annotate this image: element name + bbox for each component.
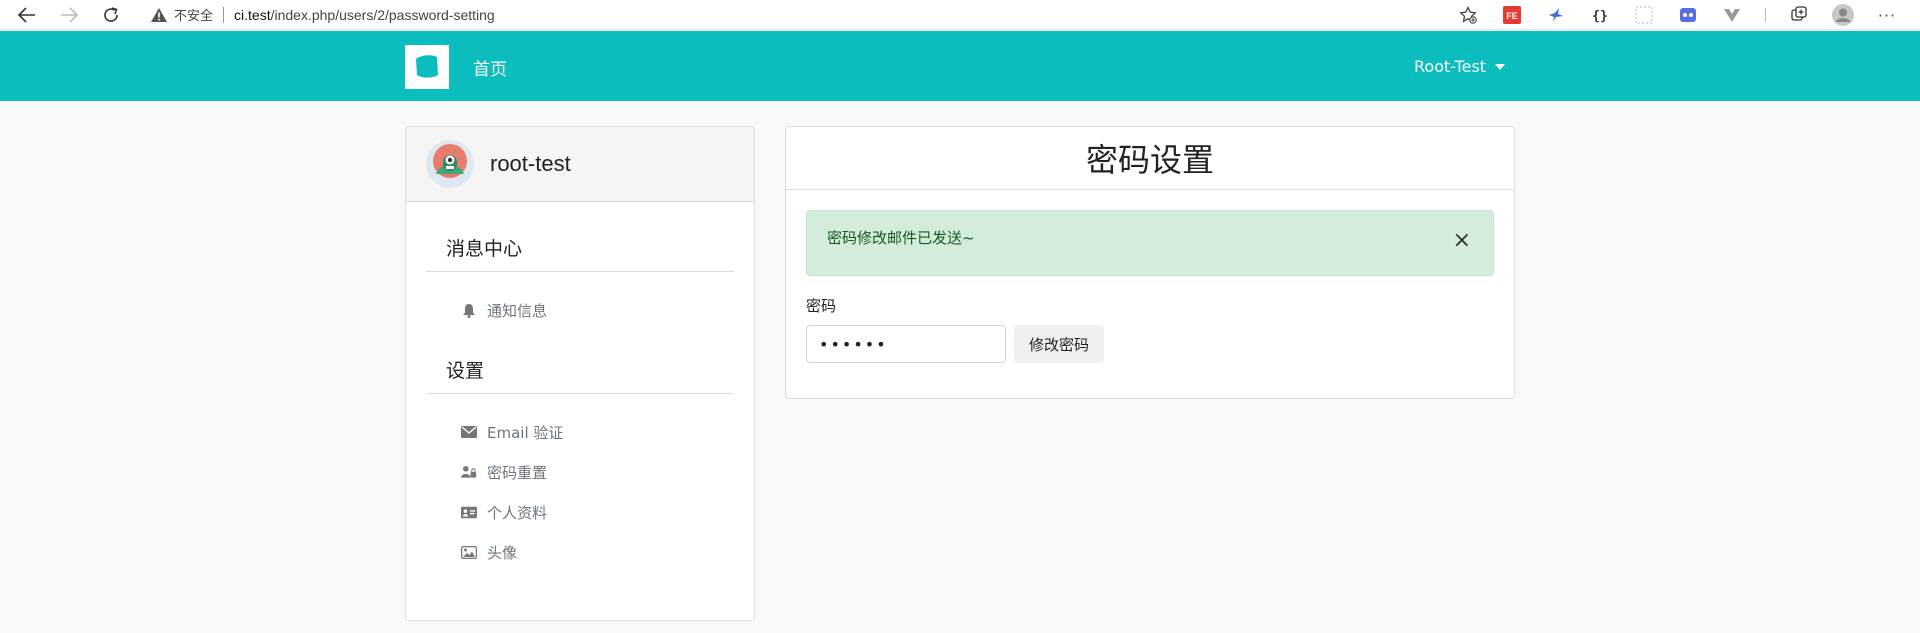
vue-extension-icon[interactable] bbox=[1721, 4, 1743, 26]
profile-avatar-icon[interactable] bbox=[1832, 4, 1854, 26]
user-dropdown-label: Root-Test bbox=[1414, 57, 1487, 76]
warning-icon bbox=[150, 7, 168, 23]
brand-logo[interactable] bbox=[405, 45, 449, 89]
sidebar-item-email-verify[interactable]: Email 验证 bbox=[461, 412, 754, 452]
sidebar-item-label: 通知信息 bbox=[487, 301, 548, 320]
logo-icon bbox=[416, 55, 438, 78]
forward-button[interactable] bbox=[54, 2, 84, 28]
reload-button[interactable] bbox=[96, 2, 126, 28]
envelope-icon bbox=[461, 424, 477, 440]
sidebar-item-profile[interactable]: 个人资料 bbox=[461, 492, 754, 532]
change-password-button[interactable]: 修改密码 bbox=[1014, 325, 1104, 363]
close-icon[interactable]: × bbox=[1453, 229, 1471, 253]
gamepad-extension-icon[interactable] bbox=[1677, 4, 1699, 26]
password-input[interactable] bbox=[806, 325, 1006, 363]
security-status: 不安全 bbox=[174, 9, 214, 24]
svg-text:FE: FE bbox=[1506, 11, 1518, 21]
json-extension-icon[interactable]: {} bbox=[1589, 4, 1611, 26]
bell-icon bbox=[461, 302, 477, 318]
sidebar-item-label: 个人资料 bbox=[487, 503, 548, 522]
arrow-left-icon bbox=[18, 6, 35, 23]
sidebar-item-notifications[interactable]: 通知信息 bbox=[461, 290, 754, 330]
address-divider bbox=[223, 6, 225, 23]
sidebar-header: root-test bbox=[406, 127, 754, 202]
sidebar-item-label: Email 验证 bbox=[487, 423, 564, 442]
more-menu-button[interactable]: ··· bbox=[1876, 4, 1898, 26]
sidebar-item-label: 密码重置 bbox=[487, 463, 548, 482]
collections-icon[interactable] bbox=[1788, 4, 1810, 26]
bird-extension-icon[interactable] bbox=[1545, 4, 1567, 26]
password-settings-card: 密码设置 密码修改邮件已发送~ × 密码 修改密码 bbox=[785, 126, 1515, 399]
address-bar[interactable]: 不安全 ci.test/index.php/users/2/password-s… bbox=[150, 2, 495, 28]
top-navbar: 首页 Root-Test bbox=[0, 31, 1920, 101]
caret-down-icon bbox=[1495, 63, 1506, 70]
svg-text:{}: {} bbox=[1592, 9, 1608, 24]
toolbar-divider bbox=[1765, 8, 1766, 22]
sidebar-item-label: 头像 bbox=[487, 543, 518, 562]
extensions-area: FE {} ··· bbox=[1435, 0, 1920, 30]
nav-home-link[interactable]: 首页 bbox=[473, 55, 507, 80]
success-alert: 密码修改邮件已发送~ × bbox=[806, 210, 1494, 276]
grid-extension-icon[interactable] bbox=[1633, 4, 1655, 26]
page-title: 密码设置 bbox=[786, 127, 1514, 190]
reload-icon bbox=[104, 6, 118, 22]
section-title-settings: 设置 bbox=[426, 356, 734, 394]
favorite-star-icon[interactable] bbox=[1457, 4, 1479, 26]
url-host: ci.test bbox=[234, 6, 271, 23]
sidebar-item-avatar[interactable]: 头像 bbox=[461, 532, 754, 572]
sidebar-card: root-test 消息中心 通知信息 设置 Email 验证 密码重置 个人资… bbox=[405, 126, 755, 621]
fe-extension-icon[interactable]: FE bbox=[1501, 4, 1523, 26]
arrow-right-icon bbox=[61, 6, 78, 23]
url-path: /index.php/users/2/password-setting bbox=[270, 6, 495, 23]
password-label: 密码 bbox=[806, 297, 837, 315]
username: root-test bbox=[490, 151, 571, 176]
url-text: ci.test/index.php/users/2/password-setti… bbox=[234, 7, 495, 23]
avatar[interactable] bbox=[426, 140, 474, 188]
image-icon bbox=[461, 544, 477, 560]
back-button[interactable] bbox=[12, 2, 42, 28]
browser-toolbar: 不安全 ci.test/index.php/users/2/password-s… bbox=[0, 0, 1920, 30]
user-lock-icon bbox=[461, 464, 477, 480]
alert-message: 密码修改邮件已发送~ bbox=[827, 229, 975, 247]
user-dropdown[interactable]: Root-Test bbox=[1414, 57, 1506, 76]
sidebar-item-password-reset[interactable]: 密码重置 bbox=[461, 452, 754, 492]
section-title-messages: 消息中心 bbox=[426, 234, 734, 272]
id-card-icon bbox=[461, 504, 477, 520]
